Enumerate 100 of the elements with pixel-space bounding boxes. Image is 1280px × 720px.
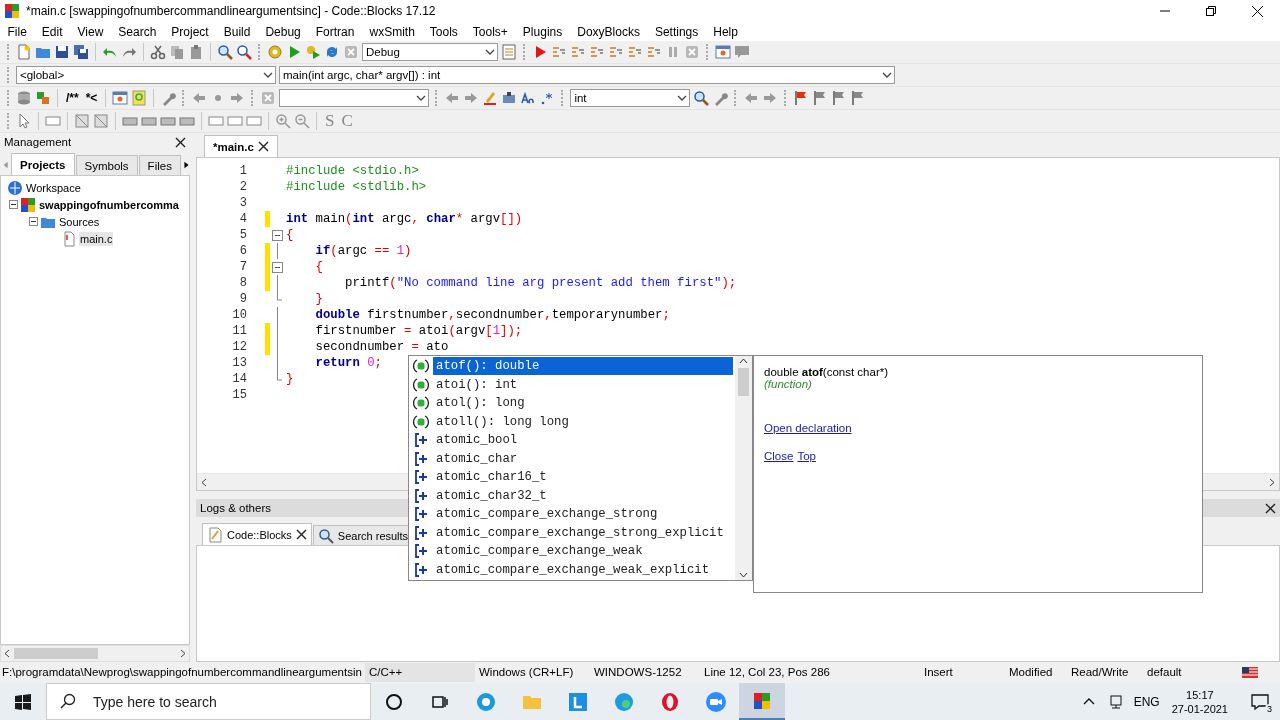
- nav-link[interactable]: Close: [764, 450, 794, 462]
- combo-box[interactable]: [279, 89, 430, 107]
- taskbar-button[interactable]: [739, 683, 785, 720]
- copy-icon[interactable]: [169, 44, 185, 60]
- step-icon[interactable]: [608, 44, 624, 60]
- rectangle-icon[interactable]: [208, 113, 224, 129]
- editor-tab[interactable]: *main.c: [204, 135, 278, 157]
- stop-icon[interactable]: [260, 90, 277, 106]
- toolbox-icon[interactable]: [501, 90, 518, 106]
- refresh-icon[interactable]: [324, 44, 340, 60]
- letters-icon[interactable]: [520, 90, 537, 106]
- search-icon[interactable]: [217, 44, 233, 60]
- comment-button[interactable]: /**: [64, 89, 81, 107]
- windows-logo-icon[interactable]: [15, 693, 31, 710]
- panel-tab[interactable]: Symbols: [75, 155, 138, 175]
- collapse-icon[interactable]: [271, 259, 283, 275]
- clock-date[interactable]: 27-01-2021: [1171, 701, 1228, 716]
- menu-item[interactable]: Help: [705, 24, 746, 39]
- step-icon[interactable]: [551, 44, 567, 60]
- step-icon[interactable]: [589, 44, 605, 60]
- scroll-up-icon[interactable]: [739, 358, 748, 364]
- blocks-icon[interactable]: [35, 90, 51, 106]
- search-combo[interactable]: int: [570, 89, 691, 107]
- scope-combo[interactable]: <global>: [16, 66, 276, 84]
- notification-icon[interactable]: [1251, 692, 1269, 711]
- replace-icon[interactable]: [236, 44, 252, 60]
- tree-item[interactable]: Workspace: [25, 180, 82, 195]
- scrollbar[interactable]: [0, 645, 190, 662]
- browser-icon[interactable]: [614, 691, 634, 712]
- zoom-out-icon[interactable]: [294, 113, 310, 129]
- autocomplete-item[interactable]: atomic_compare_exchange_strong: [433, 505, 661, 524]
- list-icon[interactable]: [501, 44, 517, 60]
- help-icon[interactable]: [131, 90, 148, 106]
- tree-item[interactable]: swappingofnumbercomma: [38, 197, 180, 212]
- restore-icon[interactable]: [1206, 6, 1216, 16]
- zoom-in-icon[interactable]: [275, 113, 291, 129]
- build-target-combo[interactable]: Debug: [362, 43, 498, 61]
- search-icon[interactable]: [693, 90, 710, 106]
- clock-time[interactable]: 15:17: [1186, 687, 1214, 702]
- collapse-icon[interactable]: [9, 200, 18, 209]
- new-file-icon[interactable]: [16, 44, 32, 60]
- browser-icon[interactable]: [660, 691, 680, 712]
- menu-item[interactable]: DoxyBlocks: [569, 24, 648, 39]
- menu-item[interactable]: View: [70, 24, 111, 39]
- menu-item[interactable]: Build: [216, 24, 258, 39]
- menu-item[interactable]: Tools+: [465, 24, 516, 39]
- window-icon[interactable]: [112, 90, 129, 106]
- step-icon[interactable]: [646, 44, 662, 60]
- autocomplete-item[interactable]: atol(): long: [433, 394, 528, 413]
- stop-icon[interactable]: [684, 44, 700, 60]
- autocomplete-item[interactable]: atoi(): int: [433, 375, 521, 394]
- left-arrow-icon[interactable]: [191, 90, 208, 106]
- left-arrow-icon[interactable]: [743, 90, 760, 106]
- left-arrow-icon[interactable]: [444, 90, 461, 106]
- network-icon[interactable]: [1107, 693, 1124, 710]
- window-icon[interactable]: [715, 44, 731, 60]
- nav-link[interactable]: Top: [797, 450, 816, 462]
- language-indicator[interactable]: ENG: [1133, 694, 1160, 709]
- menu-item[interactable]: Fortran: [308, 24, 362, 39]
- collapse-icon[interactable]: [271, 227, 283, 243]
- scroll-left-icon[interactable]: [4, 649, 10, 658]
- panel-tab[interactable]: Files: [138, 155, 181, 175]
- close-icon[interactable]: [175, 136, 186, 148]
- autocomplete-item[interactable]: atomic_char: [433, 449, 521, 468]
- menu-item[interactable]: Project: [163, 24, 217, 39]
- scroll-down-icon[interactable]: [739, 572, 748, 578]
- step-icon[interactable]: [627, 44, 643, 60]
- autocomplete-item[interactable]: atomic_compare_exchange_weak_explicit: [433, 560, 713, 579]
- scroll-thumb[interactable]: [738, 368, 749, 396]
- tree-item[interactable]: Sources: [58, 214, 101, 229]
- close-icon[interactable]: [1265, 502, 1276, 514]
- database-icon[interactable]: [16, 90, 32, 106]
- autocomplete-item[interactable]: atomic_compare_exchange_strong_explicit: [433, 523, 727, 542]
- autocomplete-item[interactable]: atomic_char32_t: [433, 486, 550, 505]
- comment-button[interactable]: *<: [83, 89, 100, 107]
- image-icon[interactable]: [93, 113, 109, 129]
- collapse-icon[interactable]: [29, 217, 38, 226]
- menu-item[interactable]: wxSmith: [361, 24, 423, 39]
- close-icon[interactable]: [257, 141, 269, 152]
- close-icon[interactable]: [1251, 5, 1263, 17]
- stop-icon[interactable]: [343, 44, 359, 60]
- pen-icon[interactable]: [482, 90, 499, 106]
- image-icon[interactable]: [74, 113, 90, 129]
- autocomplete-item[interactable]: atoll(): long long: [433, 412, 572, 431]
- menu-item[interactable]: Settings: [647, 24, 706, 39]
- scroll-right-icon[interactable]: [1269, 477, 1275, 487]
- open-declaration-link[interactable]: Open declaration: [764, 422, 852, 434]
- rectangle-icon[interactable]: [227, 113, 243, 129]
- autocomplete-item[interactable]: atomic_char16_t: [433, 468, 550, 487]
- scroll-left-icon[interactable]: [201, 477, 207, 487]
- app-icon[interactable]: [568, 691, 588, 712]
- gear-arrow-icon[interactable]: [305, 44, 321, 60]
- panel-tab[interactable]: Projects: [11, 153, 75, 175]
- video-camera-icon[interactable]: [705, 690, 727, 713]
- speech-bubble-icon[interactable]: [734, 44, 750, 60]
- autocomplete-item[interactable]: atof(): double: [433, 357, 733, 376]
- rectangle-icon[interactable]: [246, 113, 262, 129]
- menu-item[interactable]: Edit: [34, 24, 71, 39]
- clipboard-icon[interactable]: [188, 44, 204, 60]
- menu-item[interactable]: File: [0, 24, 35, 39]
